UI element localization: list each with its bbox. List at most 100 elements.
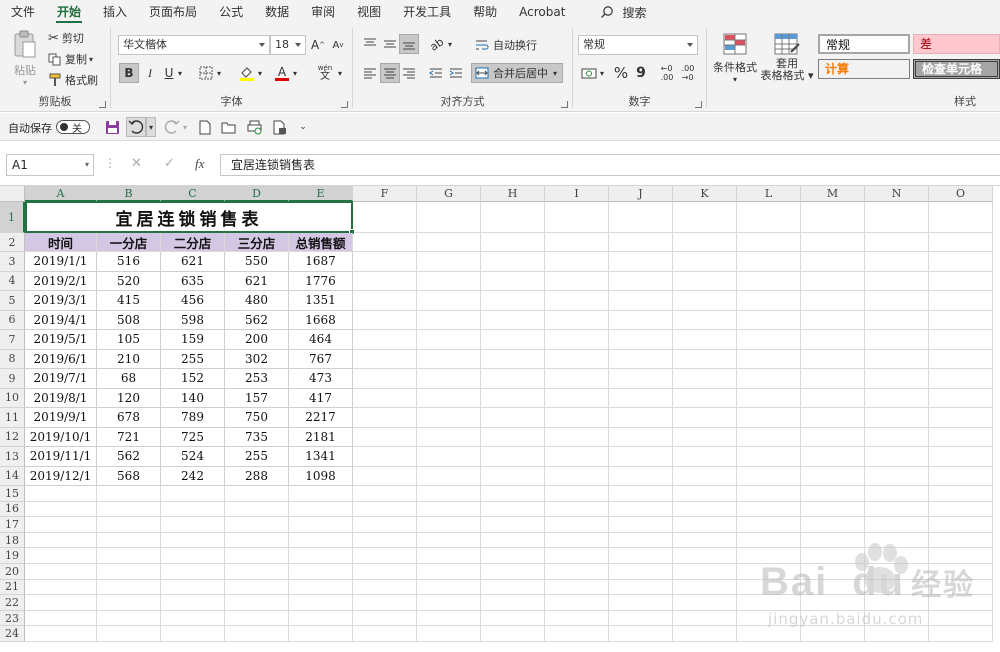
column-header-M[interactable]: M (801, 186, 865, 202)
table-cell[interactable]: 159 (161, 330, 225, 350)
cell[interactable] (289, 579, 353, 596)
cell[interactable] (609, 408, 673, 428)
table-cell[interactable]: 621 (225, 271, 289, 291)
cell[interactable] (673, 369, 737, 389)
table-cell[interactable]: 550 (225, 252, 289, 272)
cell[interactable] (25, 501, 97, 518)
cell[interactable] (481, 427, 545, 447)
cell[interactable] (417, 610, 481, 627)
cell[interactable] (545, 486, 609, 502)
tab-2[interactable]: 插入 (92, 0, 138, 24)
cell[interactable] (865, 202, 929, 233)
column-header-O[interactable]: O (929, 186, 993, 202)
row-header-8[interactable]: 8 (0, 349, 25, 369)
underline-dropdown[interactable]: ▾ (175, 63, 185, 83)
cell[interactable] (289, 517, 353, 533)
cell[interactable] (225, 595, 289, 611)
cell[interactable] (289, 532, 353, 549)
cut-button[interactable]: ✂ 剪切 (48, 30, 84, 46)
comma-style-button[interactable]: 9 (631, 63, 651, 83)
cell[interactable] (353, 349, 417, 369)
cell[interactable] (865, 349, 929, 369)
cell[interactable] (97, 595, 161, 611)
table-cell[interactable]: 2019/12/1 (25, 466, 97, 486)
cell[interactable] (865, 330, 929, 350)
cell[interactable] (161, 564, 225, 580)
column-header-E[interactable]: E (289, 186, 353, 202)
cell[interactable] (161, 626, 225, 642)
cell[interactable] (353, 532, 417, 549)
open-file-button[interactable] (219, 117, 239, 137)
cell[interactable] (737, 517, 801, 533)
cell[interactable] (545, 610, 609, 627)
cell[interactable] (353, 291, 417, 311)
cell[interactable] (353, 427, 417, 447)
cell[interactable] (929, 271, 993, 291)
decrease-decimal-button[interactable]: .00 →0 (678, 63, 698, 83)
table-cell[interactable]: 456 (161, 291, 225, 311)
align-left-button[interactable] (360, 63, 380, 83)
cell[interactable] (545, 595, 609, 611)
cell[interactable] (481, 202, 545, 233)
cell[interactable] (673, 466, 737, 486)
cell[interactable] (545, 408, 609, 428)
cell[interactable] (161, 579, 225, 596)
table-cell[interactable]: 725 (161, 427, 225, 447)
cell[interactable] (609, 233, 673, 252)
cell[interactable] (417, 548, 481, 564)
cell[interactable] (353, 271, 417, 291)
align-bottom-button[interactable] (399, 34, 419, 54)
cell[interactable] (353, 388, 417, 408)
cell[interactable] (481, 579, 545, 596)
print-preview-button[interactable] (245, 117, 265, 137)
cell[interactable] (673, 233, 737, 252)
cell[interactable] (353, 548, 417, 564)
cell[interactable] (353, 579, 417, 596)
table-cell[interactable]: 621 (161, 252, 225, 272)
cell[interactable] (161, 517, 225, 533)
cell[interactable] (609, 626, 673, 642)
cell[interactable] (609, 532, 673, 549)
column-header-N[interactable]: N (865, 186, 929, 202)
shrink-font-button[interactable]: Av (328, 35, 348, 55)
row-header-7[interactable]: 7 (0, 330, 25, 350)
table-cell[interactable]: 255 (161, 349, 225, 369)
phonetic-button[interactable]: wén 文 (313, 63, 337, 83)
cell[interactable] (737, 408, 801, 428)
cell[interactable] (481, 349, 545, 369)
cell[interactable] (929, 501, 993, 518)
cell[interactable] (673, 388, 737, 408)
cell[interactable] (545, 349, 609, 369)
row-header-17[interactable]: 17 (0, 517, 25, 533)
row-header-19[interactable]: 19 (0, 548, 25, 564)
cell[interactable] (417, 388, 481, 408)
cell[interactable] (25, 579, 97, 596)
cell[interactable] (609, 517, 673, 533)
cell[interactable] (929, 486, 993, 502)
cell[interactable] (25, 532, 97, 549)
cell[interactable] (417, 310, 481, 330)
cell[interactable] (801, 233, 865, 252)
cell[interactable] (353, 486, 417, 502)
cell[interactable] (737, 330, 801, 350)
cell[interactable] (545, 626, 609, 642)
cell[interactable] (737, 202, 801, 233)
cell[interactable] (161, 610, 225, 627)
cell[interactable] (929, 447, 993, 467)
cell[interactable] (417, 202, 481, 233)
cell[interactable] (865, 271, 929, 291)
cell[interactable] (929, 291, 993, 311)
select-all-corner[interactable] (0, 186, 25, 202)
title-merged-cell[interactable]: 宜居连锁销售表 (25, 201, 355, 235)
cell[interactable] (929, 369, 993, 389)
table-cell[interactable]: 68 (97, 369, 161, 389)
cell[interactable] (737, 271, 801, 291)
cell[interactable] (545, 579, 609, 596)
column-header-F[interactable]: F (353, 186, 417, 202)
cell[interactable] (417, 369, 481, 389)
cell[interactable] (25, 595, 97, 611)
style-normal[interactable]: 常规 (818, 34, 910, 54)
cell[interactable] (673, 548, 737, 564)
cell[interactable] (417, 427, 481, 447)
customize-qat-button[interactable]: ⌄ (296, 117, 310, 137)
